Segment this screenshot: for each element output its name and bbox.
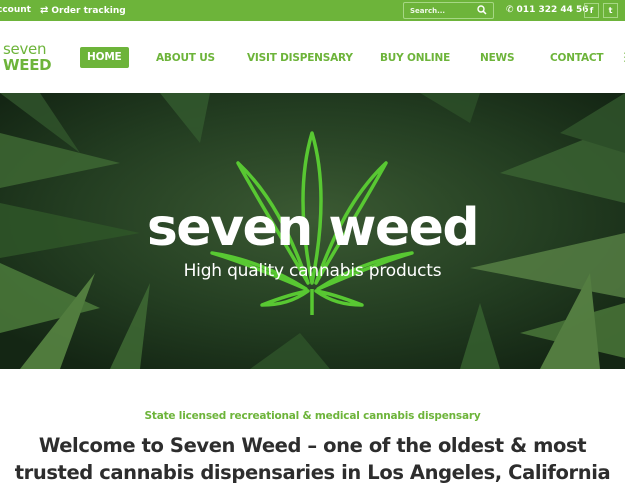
transfer-arrows-icon: ⇄ <box>40 5 49 16</box>
intro-kicker: State licensed recreational & medical ca… <box>144 410 481 422</box>
twitter-icon[interactable]: t <box>603 3 618 18</box>
more-icon[interactable]: ⋮ <box>619 50 625 64</box>
search-icon[interactable] <box>477 5 487 15</box>
site-header: seven WEED HOME ABOUT US VISIT DISPENSAR… <box>0 21 625 93</box>
search-input[interactable] <box>404 3 474 18</box>
phone-number: 011 322 44 56 <box>516 5 589 15</box>
hero-banner: seven weed High quality cannabis product… <box>0 93 625 369</box>
phone-contact[interactable]: ✆ 011 322 44 56 <box>506 0 589 21</box>
order-tracking-label: Order tracking <box>51 6 126 16</box>
nav-visit-dispensary[interactable]: VISIT DISPENSARY <box>247 48 353 68</box>
top-bar: ccount ⇄Order tracking ✆011 322 44 56 f … <box>0 0 625 21</box>
search-box <box>403 2 494 19</box>
facebook-icon[interactable]: f <box>584 3 599 18</box>
intro-heading: Welcome to Seven Weed – one of the oldes… <box>14 434 611 484</box>
nav-about-us[interactable]: ABOUT US <box>156 48 215 68</box>
nav-buy-online[interactable]: BUY ONLINE <box>380 48 450 68</box>
nav-news[interactable]: NEWS <box>480 48 515 68</box>
hero-title: seven weed <box>146 198 480 258</box>
hero-subtitle: High quality cannabis products <box>183 261 442 281</box>
logo-line-2: WEED <box>3 56 52 74</box>
nav-home[interactable]: HOME <box>80 47 129 68</box>
nav-contact[interactable]: CONTACT <box>550 48 604 68</box>
order-tracking-link[interactable]: ⇄ Order tracking <box>40 0 126 21</box>
phone-icon: ✆ <box>506 5 514 15</box>
account-link[interactable]: ccount <box>0 0 31 21</box>
